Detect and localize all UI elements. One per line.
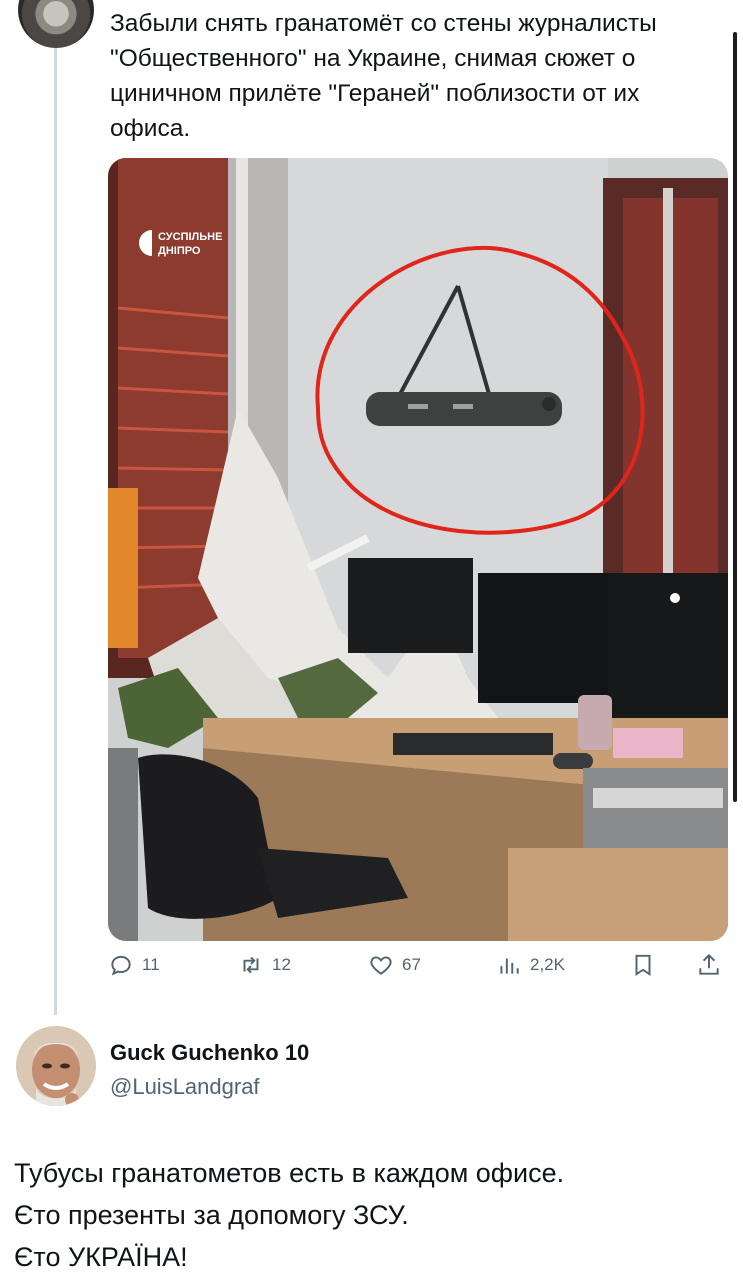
tweet-text-line: "Общественного" на Украине, снимая сюжет… <box>110 45 636 72</box>
reply-text: Тубусы гранатометов есть в каждом офисе.… <box>14 1152 729 1278</box>
office-photo: СУСПІЛЬНЕ ДНІПРО <box>108 158 728 941</box>
retweet-icon <box>243 956 259 974</box>
thread-line <box>54 30 57 1015</box>
reply-text-line: Тубусы гранатометов есть в каждом офисе. <box>14 1158 565 1188</box>
share-button[interactable] <box>696 952 722 978</box>
watermark-line2: ДНІПРО <box>158 245 201 257</box>
bookmark-button[interactable] <box>630 952 656 978</box>
retweet-button[interactable]: 12 <box>238 952 291 978</box>
scrollbar[interactable] <box>733 32 737 802</box>
share-icon <box>699 953 719 975</box>
bookmark-icon <box>635 954 651 977</box>
author-avatar[interactable] <box>18 0 94 48</box>
tweet-text-line: циничном прилёте "Гераней" поблизости от… <box>110 80 640 107</box>
tweet-text: Забыли снять гранатомёт со стены журнали… <box>110 6 720 146</box>
reply-count: 11 <box>142 955 160 974</box>
reply-avatar[interactable] <box>16 1026 96 1106</box>
reply-text-line: Єто УКРАЇНА! <box>14 1242 188 1272</box>
reply-text-line: Єто презенты за допомогу ЗСУ. <box>14 1200 409 1230</box>
views-button[interactable]: 2,2K <box>496 952 565 978</box>
reply-icon <box>111 955 131 976</box>
retweet-count: 12 <box>272 955 291 974</box>
like-count: 67 <box>402 955 421 974</box>
tweet-actions-bar: 11 12 67 2,2K <box>108 952 728 992</box>
tweet-text-line: Забыли снять гранатомёт со стены журнали… <box>110 10 657 37</box>
reply-handle[interactable]: @LuisLandgraf <box>110 1074 260 1100</box>
reply-button[interactable]: 11 <box>108 952 160 978</box>
tweet-text-line: офиса. <box>110 115 191 142</box>
reply-display-name[interactable]: Guck Guchenko 10 <box>110 1040 309 1066</box>
views-chart-icon <box>500 958 519 974</box>
tweet-media-photo[interactable]: СУСПІЛЬНЕ ДНІПРО <box>108 158 728 941</box>
views-count: 2,2K <box>530 955 565 974</box>
heart-icon <box>370 956 392 975</box>
watermark-line1: СУСПІЛЬНЕ <box>158 231 222 243</box>
avatar-photo <box>16 1026 96 1106</box>
like-button[interactable]: 67 <box>368 952 421 978</box>
